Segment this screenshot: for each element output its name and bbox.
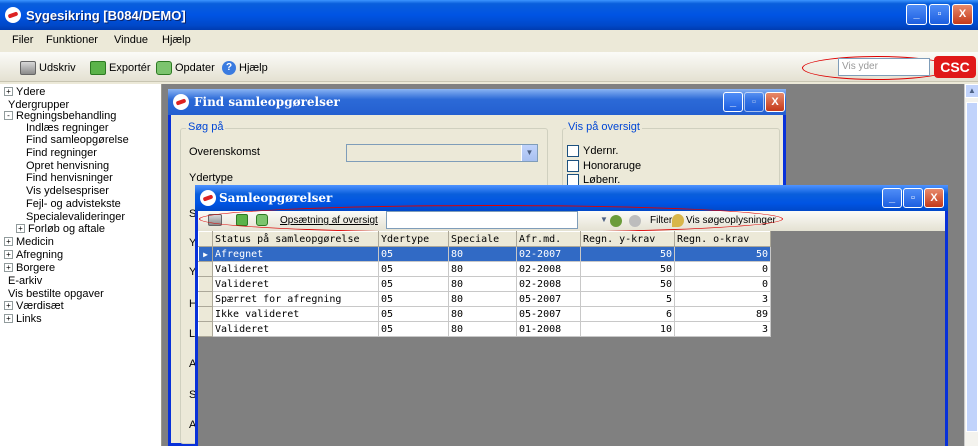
tree-item-regningsbehandling[interactable]: - Regningsbehandling [4,110,116,122]
tree-item-vis-bestilte-opgaver[interactable]: Vis bestilte opgaver [8,288,104,300]
checkbox-box[interactable] [567,160,579,172]
expand-icon[interactable]: + [16,224,25,233]
expand-icon[interactable]: + [4,263,13,272]
saml-minimize-button[interactable]: _ [882,188,902,208]
menu-vindue[interactable]: Vindue [114,34,148,46]
tree-item-vis-ydelsespriser[interactable]: Vis ydelsespriser [26,185,109,197]
app-logo-icon [5,7,21,23]
table-row[interactable]: Ikke valideret 05 80 05-2007 6 89 [198,306,771,322]
scrollbar-thumb[interactable] [966,102,978,432]
main-title-bar: Sygesikring [B084/DEMO] _ ▫ X [0,0,978,30]
refresh-icon [156,61,172,75]
search-group-caption: Søg på [186,121,226,133]
samleopgoerelser-grid: Status på samleopgørelse Ydertype Specia… [198,231,772,337]
print-label: Udskriv [39,62,76,74]
collapse-icon[interactable]: - [4,111,13,120]
overenskomst-label: Overenskomst [189,146,260,158]
ydertype-label: Ydertype [189,172,234,184]
toolbar-highlight-ellipse [199,205,783,233]
export-label: Exportér [109,62,151,74]
table-row[interactable]: Valideret 05 80 02-2008 50 0 [198,276,771,292]
column-header-speciale[interactable]: Speciale [448,231,517,247]
tree-item-medicin[interactable]: + Medicin [4,236,54,248]
checkbox-ydernr[interactable]: Ydernr. [567,145,618,157]
tree-item-fejl-og-advistekster[interactable]: Fejl- og advistekste [26,198,121,210]
overenskomst-combo[interactable]: ▼ [346,144,538,162]
find-window-title-bar: Find samleopgørelser _ ▫ X [168,89,786,115]
column-header-regn-y-krav[interactable]: Regn. y-krav [580,231,675,247]
close-button[interactable]: X [952,4,973,25]
column-header-status[interactable]: Status på samleopgørelse [212,231,379,247]
row-header [198,306,213,322]
tree-item-specialevalideringer[interactable]: Specialevalideringer [26,211,125,223]
tree-item-ydere[interactable]: + Ydere [4,86,45,98]
tree-item-borgere[interactable]: + Borgere [4,262,55,274]
chevron-down-icon[interactable]: ▼ [521,145,537,161]
row-header-corner [198,231,213,247]
help-button[interactable]: ? Hjælp [222,61,268,75]
tree-item-vaerdisaet[interactable]: + Værdisæt [4,300,64,312]
expand-icon[interactable]: + [4,314,13,323]
find-maximize-button[interactable]: ▫ [744,92,764,112]
column-header-ydertype[interactable]: Ydertype [378,231,449,247]
expand-icon[interactable]: + [4,87,13,96]
navigation-tree: + Ydere Ydergrupper - Regningsbehandling I… [0,84,162,446]
tree-item-links[interactable]: + Links [4,313,42,325]
printer-icon [20,61,36,75]
saml-close-button[interactable]: X [924,188,944,208]
saml-maximize-button[interactable]: ▫ [903,188,923,208]
table-row[interactable]: Spærret for afregning 05 80 05-2007 5 3 [198,291,771,307]
tree-item-afregning[interactable]: + Afregning [4,249,63,261]
tree-item-forloeb-og-aftale[interactable]: + Forløb og aftale [16,223,105,235]
saml-window-title: Samleopgørelser [219,191,333,205]
search-yder-input[interactable]: Vis yder [838,58,930,76]
help-label: Hjælp [239,62,268,74]
vertical-scrollbar[interactable]: ▲ [964,84,978,446]
checkbox-box[interactable] [567,145,579,157]
table-row[interactable]: Valideret 05 80 02-2008 50 0 [198,261,771,277]
window-title: Sygesikring [B084/DEMO] [26,8,186,23]
menu-funktioner[interactable]: Funktioner [46,34,98,46]
export-button[interactable]: Exportér [90,61,151,75]
tree-item-find-regninger[interactable]: Find regninger [26,147,97,159]
row-pointer-icon: ▶ [198,246,213,262]
export-icon [90,61,106,75]
column-header-regn-o-krav[interactable]: Regn. o-krav [674,231,771,247]
tree-item-indlaes-regninger[interactable]: Indlæs regninger [26,122,109,134]
print-button[interactable]: Udskriv [20,61,76,75]
minimize-button[interactable]: _ [906,4,927,25]
app-logo-icon [200,190,216,206]
maximize-button[interactable]: ▫ [929,4,950,25]
menu-filer[interactable]: Filer [12,34,33,46]
table-row[interactable]: Valideret 05 80 01-2008 10 3 [198,321,771,337]
row-header [198,261,213,277]
tree-item-find-samleopgoerelse[interactable]: Find samleopgørelse [26,134,129,146]
menu-bar: Filer Funktioner Vindue Hjælp [0,30,978,50]
show-group-caption: Vis på oversigt [566,121,642,133]
tree-item-find-henvisninger[interactable]: Find henvisninger [26,172,113,184]
checkbox-honoraruge[interactable]: Honoraruge [567,160,641,172]
row-header [198,291,213,307]
find-window-title: Find samleopgørelser [194,95,340,109]
app-logo-icon [173,94,189,110]
update-button[interactable]: Opdater [156,61,215,75]
csc-logo: CSC [934,56,976,78]
expand-icon[interactable]: + [4,237,13,246]
find-minimize-button[interactable]: _ [723,92,743,112]
menu-hjaelp[interactable]: Hjælp [162,34,191,46]
tree-item-opret-henvisning[interactable]: Opret henvisning [26,160,109,172]
table-row[interactable]: ▶ Afregnet 05 80 02-2007 50 50 [198,246,771,262]
column-header-afr-md[interactable]: Afr.md. [516,231,581,247]
row-header [198,321,213,337]
row-header [198,276,213,292]
find-close-button[interactable]: X [765,92,785,112]
tree-item-e-arkiv[interactable]: E-arkiv [8,275,42,287]
scroll-up-icon[interactable]: ▲ [965,84,978,98]
update-label: Opdater [175,62,215,74]
expand-icon[interactable]: + [4,301,13,310]
expand-icon[interactable]: + [4,250,13,259]
help-icon: ? [222,61,236,75]
